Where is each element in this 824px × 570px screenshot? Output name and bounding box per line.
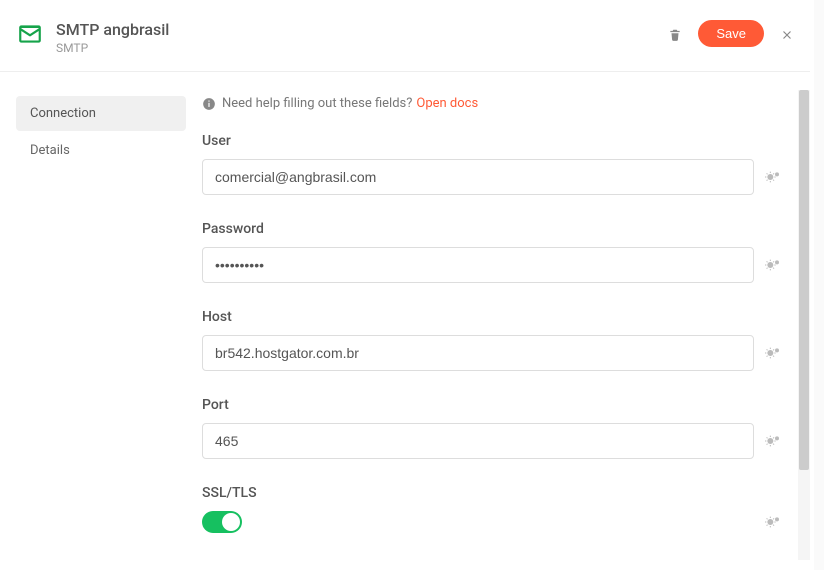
port-label: Port (202, 397, 782, 413)
help-text: Need help filling out these fields? (222, 96, 412, 111)
host-label: Host (202, 309, 782, 325)
field-row (202, 159, 782, 195)
save-button[interactable]: Save (698, 20, 764, 47)
field-group-password: Password (202, 221, 782, 283)
scrollbar-thumb[interactable] (799, 90, 809, 470)
credential-panel: SMTP angbrasil SMTP Save Connection Deta… (0, 0, 810, 570)
gear-icon[interactable] (764, 514, 782, 530)
host-input[interactable] (202, 335, 754, 371)
close-icon[interactable] (780, 27, 794, 41)
password-label: Password (202, 221, 782, 237)
outer-scrollbar[interactable] (814, 0, 824, 570)
sidebar-item-details[interactable]: Details (16, 133, 186, 168)
field-row (202, 423, 782, 459)
help-row: Need help filling out these fields? Open… (202, 96, 782, 111)
sidebar-item-connection[interactable]: Connection (16, 96, 186, 131)
content-scrollbar[interactable] (798, 90, 810, 560)
gear-icon[interactable] (764, 169, 782, 185)
user-input[interactable] (202, 159, 754, 195)
field-group-user: User (202, 133, 782, 195)
toggle-knob (222, 513, 240, 531)
user-label: User (202, 133, 782, 149)
port-input[interactable] (202, 423, 754, 459)
panel-header: SMTP angbrasil SMTP Save (0, 0, 810, 72)
panel-body: Connection Details Need help filling out… (0, 72, 810, 570)
header-actions: Save (668, 20, 794, 47)
field-group-host: Host (202, 309, 782, 371)
ssltls-label: SSL/TLS (202, 485, 782, 501)
field-row (202, 511, 782, 533)
info-icon (202, 97, 216, 111)
sidebar: Connection Details (0, 72, 186, 570)
header-titles: SMTP angbrasil SMTP (56, 20, 668, 55)
panel-subtitle: SMTP (56, 41, 668, 55)
gear-icon[interactable] (764, 433, 782, 449)
field-row (202, 247, 782, 283)
field-group-port: Port (202, 397, 782, 459)
open-docs-link[interactable]: Open docs (416, 96, 478, 111)
gear-icon[interactable] (764, 345, 782, 361)
ssltls-toggle[interactable] (202, 511, 242, 533)
envelope-icon (16, 20, 44, 48)
gear-icon[interactable] (764, 257, 782, 273)
password-input[interactable] (202, 247, 754, 283)
trash-icon[interactable] (668, 27, 682, 41)
sidebar-item-label: Details (30, 143, 70, 158)
field-group-ssltls: SSL/TLS (202, 485, 782, 533)
sidebar-item-label: Connection (30, 106, 96, 121)
field-row (202, 335, 782, 371)
content-area: Need help filling out these fields? Open… (186, 72, 810, 570)
panel-title: SMTP angbrasil (56, 20, 668, 39)
